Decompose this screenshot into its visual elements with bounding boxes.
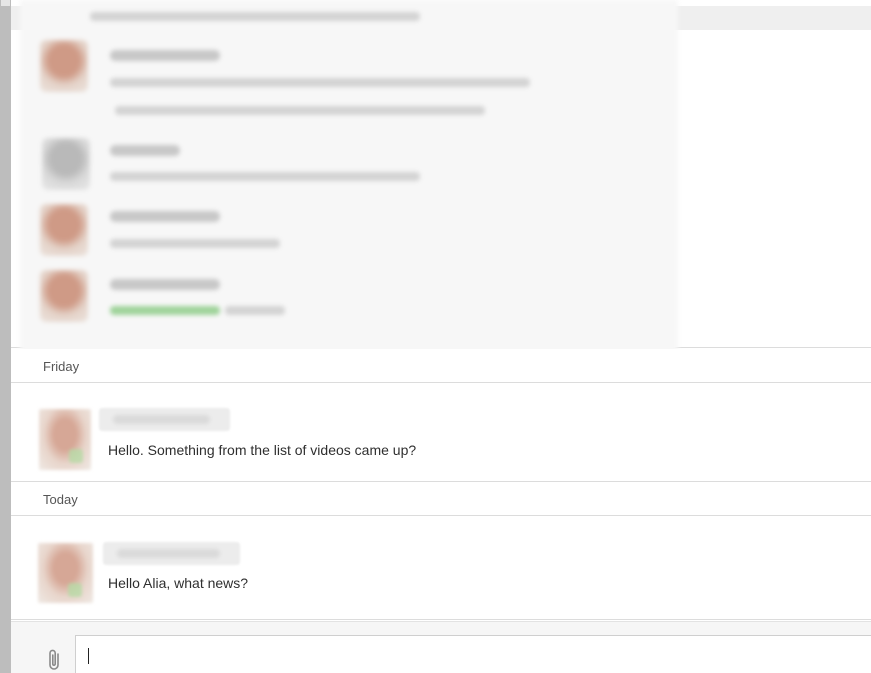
avatar xyxy=(40,40,88,92)
day-label: Friday xyxy=(43,359,80,374)
message-text: Hello Alia, what news? xyxy=(108,575,249,591)
paperclip-icon[interactable] xyxy=(45,648,65,672)
message-row: Hello Alia, what news? xyxy=(11,516,871,620)
blurred-name xyxy=(110,145,180,156)
sender-name-blurred xyxy=(103,542,240,565)
avatar xyxy=(42,138,90,190)
message-composer xyxy=(11,621,871,673)
blurred-text xyxy=(90,12,420,21)
blurred-name xyxy=(110,211,220,222)
avatar xyxy=(40,204,88,256)
blurred-text xyxy=(225,306,285,315)
message-input[interactable] xyxy=(76,636,871,673)
day-label: Today xyxy=(43,492,78,507)
blurred-status xyxy=(110,306,220,315)
sender-name-blurred xyxy=(99,408,230,431)
blurred-text xyxy=(115,106,485,115)
day-separator-friday: Friday xyxy=(11,349,871,383)
blurred-text xyxy=(110,239,280,248)
avatar xyxy=(39,409,91,470)
message-row: Hello. Something from the list of videos… xyxy=(11,383,871,482)
avatar xyxy=(40,270,88,322)
left-scrollbar[interactable] xyxy=(0,0,11,673)
blurred-history-pane xyxy=(20,0,678,354)
blurred-name xyxy=(110,50,220,61)
blurred-text xyxy=(110,78,530,87)
message-history-blurred xyxy=(11,0,871,354)
blurred-name xyxy=(110,279,220,290)
avatar xyxy=(38,543,93,603)
chat-window: Friday Hello. Something from the list of… xyxy=(0,0,871,673)
blurred-text xyxy=(110,172,420,181)
text-cursor xyxy=(88,648,89,664)
scroll-up-icon[interactable] xyxy=(1,0,10,6)
day-separator-today: Today xyxy=(11,482,871,516)
message-input-wrapper xyxy=(75,635,871,673)
message-text: Hello. Something from the list of videos… xyxy=(108,442,417,458)
